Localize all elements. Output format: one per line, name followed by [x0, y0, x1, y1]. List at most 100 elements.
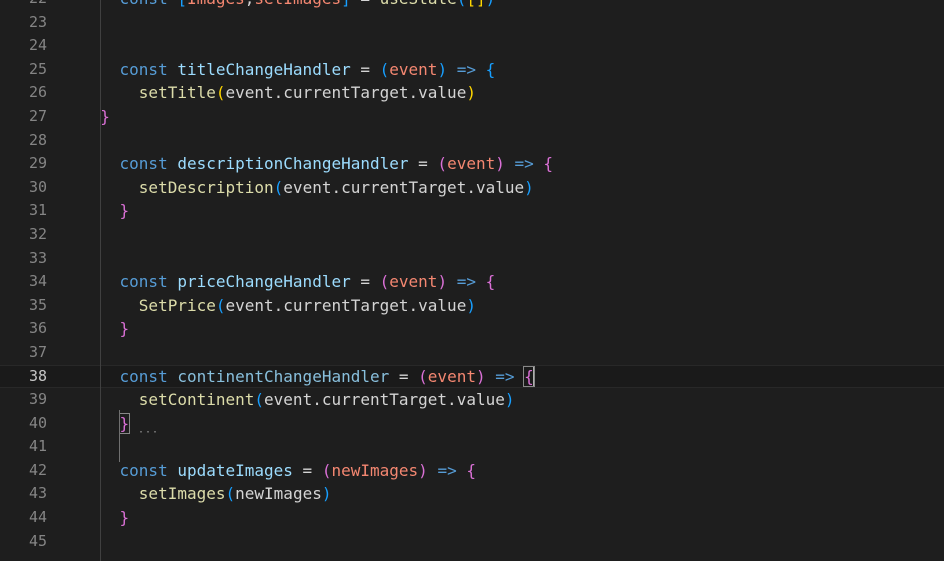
code-line[interactable]: 44 } [0, 506, 944, 530]
code-line[interactable]: 22 const [Images,setImages] = useState([… [0, 0, 944, 11]
code-token: ) [475, 366, 486, 386]
code-line[interactable]: 27 } [0, 105, 944, 129]
code-line[interactable]: 42 const updateImages = (newImages) => { [0, 459, 944, 483]
code-text[interactable]: } [81, 105, 110, 129]
code-token: = [389, 366, 419, 386]
code-line[interactable]: 32 [0, 223, 944, 247]
code-token: titleChangeHandler [177, 59, 351, 79]
code-text[interactable]: const descriptionChangeHandler = (event)… [81, 152, 554, 176]
code-text[interactable]: const continentChangeHandler = (event) =… [81, 365, 535, 389]
line-number: 44 [28, 508, 47, 527]
code-token: ] [341, 0, 351, 8]
code-token: const [119, 154, 178, 174]
code-text[interactable]: } [81, 506, 130, 530]
code-token: => [504, 154, 544, 174]
code-token: event.currentTarget.value [264, 390, 505, 410]
line-number: 42 [28, 460, 47, 479]
code-line[interactable]: 26 setTitle(event.currentTarget.value) [0, 81, 944, 105]
code-token: ( [379, 272, 390, 292]
code-token: event [447, 154, 496, 174]
code-text[interactable]: setImages(newImages) [81, 482, 332, 506]
code-line[interactable]: 28 [0, 129, 944, 153]
code-token: => [485, 366, 525, 386]
code-line[interactable]: 45 [0, 530, 944, 554]
code-line[interactable]: 30 setDescription(event.currentTarget.va… [0, 176, 944, 200]
code-line[interactable]: 39 setContinent(event.currentTarget.valu… [0, 388, 944, 412]
code-token: ( [254, 390, 265, 410]
code-token: ) [486, 0, 496, 8]
line-number: 45 [28, 531, 47, 550]
code-text[interactable]: setDescription(event.currentTarget.value… [81, 176, 534, 200]
code-text[interactable]: const priceChangeHandler = (event) => { [81, 270, 496, 294]
code-line[interactable]: 25 const titleChangeHandler = (event) =>… [0, 58, 944, 82]
code-text[interactable]: setContinent(event.currentTarget.value) [81, 388, 515, 412]
code-text[interactable]: } [81, 412, 131, 436]
text-cursor [532, 366, 535, 386]
code-line[interactable]: 23 [0, 11, 944, 35]
code-line[interactable]: 35 SetPrice(event.currentTarget.value) [0, 294, 944, 318]
code-token: descriptionChangeHandler [177, 154, 409, 174]
code-text[interactable]: const updateImages = (newImages) => { [81, 459, 476, 483]
code-token: ( [215, 295, 226, 315]
code-text[interactable]: SetPrice(event.currentTarget.value) [81, 294, 476, 318]
code-token: newImages [235, 484, 322, 504]
indent-guide-active [119, 410, 120, 462]
code-token: newImages [331, 460, 419, 480]
code-line[interactable]: 33 [0, 247, 944, 271]
code-token: setTitle [138, 83, 216, 103]
code-line[interactable]: 34 const priceChangeHandler = (event) =>… [0, 270, 944, 294]
code-line[interactable]: 29 const descriptionChangeHandler = (eve… [0, 152, 944, 176]
code-token: = [408, 154, 438, 174]
code-token: [] [466, 0, 485, 8]
code-text[interactable]: } [81, 317, 130, 341]
code-token: ( [273, 177, 284, 197]
code-token: ( [215, 83, 226, 103]
code-text[interactable]: } [81, 199, 130, 223]
code-line[interactable]: 24 [0, 34, 944, 58]
line-number: 32 [28, 224, 47, 243]
code-token: setImages [138, 484, 226, 504]
indent-guide [100, 0, 101, 561]
code-token: , [245, 0, 255, 8]
code-editor[interactable]: 22 const [Images,setImages] = useState([… [0, 0, 944, 561]
code-token: ( [437, 154, 448, 174]
code-token: const [119, 59, 178, 79]
line-number: 40 [28, 413, 47, 432]
code-token: ( [379, 59, 390, 79]
code-token: event [427, 366, 476, 386]
code-line[interactable]: 38 const continentChangeHandler = (event… [0, 364, 944, 389]
code-text[interactable]: setTitle(event.currentTarget.value) [81, 81, 476, 105]
code-token: } [119, 319, 130, 339]
code-token: ) [495, 154, 505, 174]
code-token: ) [504, 390, 515, 410]
line-number: 24 [28, 36, 47, 55]
code-token: => [447, 272, 486, 292]
code-token: Images [187, 0, 245, 8]
code-token: { [485, 59, 496, 79]
code-line[interactable]: 37 [0, 341, 944, 365]
line-number: 39 [28, 390, 47, 409]
code-token: { [485, 272, 496, 292]
code-line[interactable]: 43 setImages(newImages) [0, 482, 944, 506]
code-token: updateImages [177, 460, 293, 480]
code-token: { [543, 154, 554, 174]
code-line[interactable]: 36 } [0, 317, 944, 341]
code-token: = [292, 460, 322, 480]
code-line[interactable]: 41 [0, 435, 944, 459]
line-number: 25 [28, 59, 47, 78]
code-token: const [120, 0, 178, 8]
code-token: ) [418, 460, 428, 480]
code-text[interactable]: const titleChangeHandler = (event) => { [81, 58, 496, 82]
line-number: 34 [28, 272, 47, 291]
code-token: event [389, 59, 438, 79]
code-text[interactable]: const [Images,setImages] = useState([]) [81, 0, 496, 11]
line-number: 41 [28, 437, 47, 456]
code-token: ( [457, 0, 467, 8]
code-token: const [119, 272, 178, 292]
code-lines[interactable]: 22 const [Images,setImages] = useState([… [0, 0, 944, 553]
code-token: ) [524, 177, 534, 197]
code-line[interactable]: 31 } [0, 199, 944, 223]
